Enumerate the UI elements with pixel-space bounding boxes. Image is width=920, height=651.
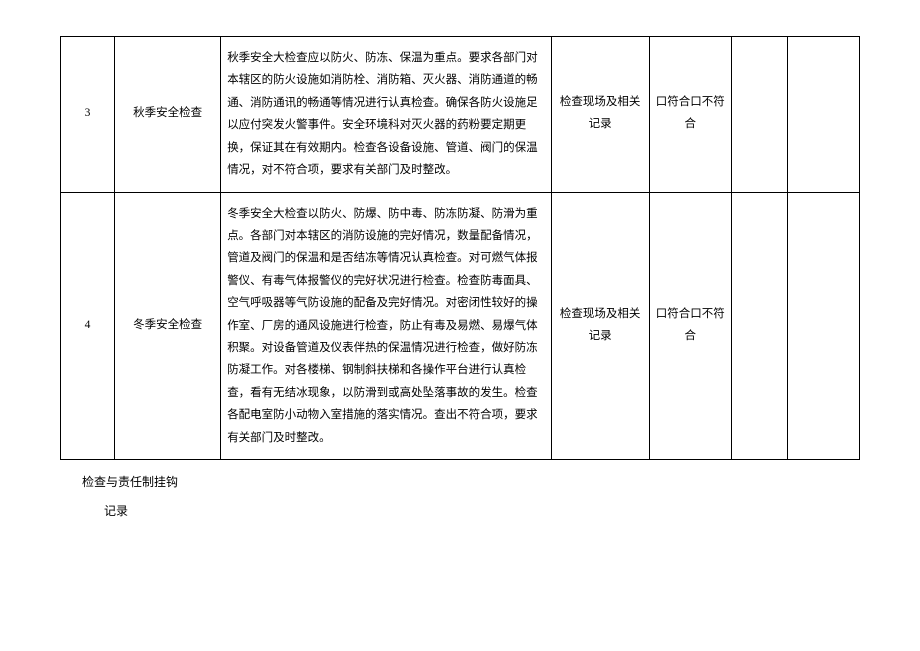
cell-blank2 xyxy=(787,192,859,460)
cell-name: 冬季安全检查 xyxy=(115,192,221,460)
table-row: 4 冬季安全检查 冬季安全大检查以防火、防爆、防中毒、防冻防凝、防滑为重点。各部… xyxy=(61,192,860,460)
cell-result: 口符合口不符合 xyxy=(649,192,731,460)
cell-result: 口符合口不符合 xyxy=(649,37,731,193)
cell-num: 3 xyxy=(61,37,115,193)
cell-num: 4 xyxy=(61,192,115,460)
inspection-table: 3 秋季安全检查 秋季安全大检查应以防火、防冻、保温为重点。要求各部门对本辖区的… xyxy=(60,36,860,460)
cell-desc: 冬季安全大检查以防火、防爆、防中毒、防冻防凝、防滑为重点。各部门对本辖区的消防设… xyxy=(221,192,551,460)
cell-scope: 检查现场及相关记录 xyxy=(551,37,649,193)
cell-blank1 xyxy=(731,37,787,193)
cell-desc: 秋季安全大检查应以防火、防冻、保温为重点。要求各部门对本辖区的防火设施如消防栓、… xyxy=(221,37,551,193)
note-line-2: 记录 xyxy=(104,497,860,526)
cell-scope: 检查现场及相关记录 xyxy=(551,192,649,460)
cell-name: 秋季安全检查 xyxy=(115,37,221,193)
note-line-1: 检查与责任制挂钩 xyxy=(82,468,860,497)
cell-blank2 xyxy=(787,37,859,193)
notes-section: 检查与责任制挂钩 记录 xyxy=(82,468,860,526)
cell-blank1 xyxy=(731,192,787,460)
table-row: 3 秋季安全检查 秋季安全大检查应以防火、防冻、保温为重点。要求各部门对本辖区的… xyxy=(61,37,860,193)
